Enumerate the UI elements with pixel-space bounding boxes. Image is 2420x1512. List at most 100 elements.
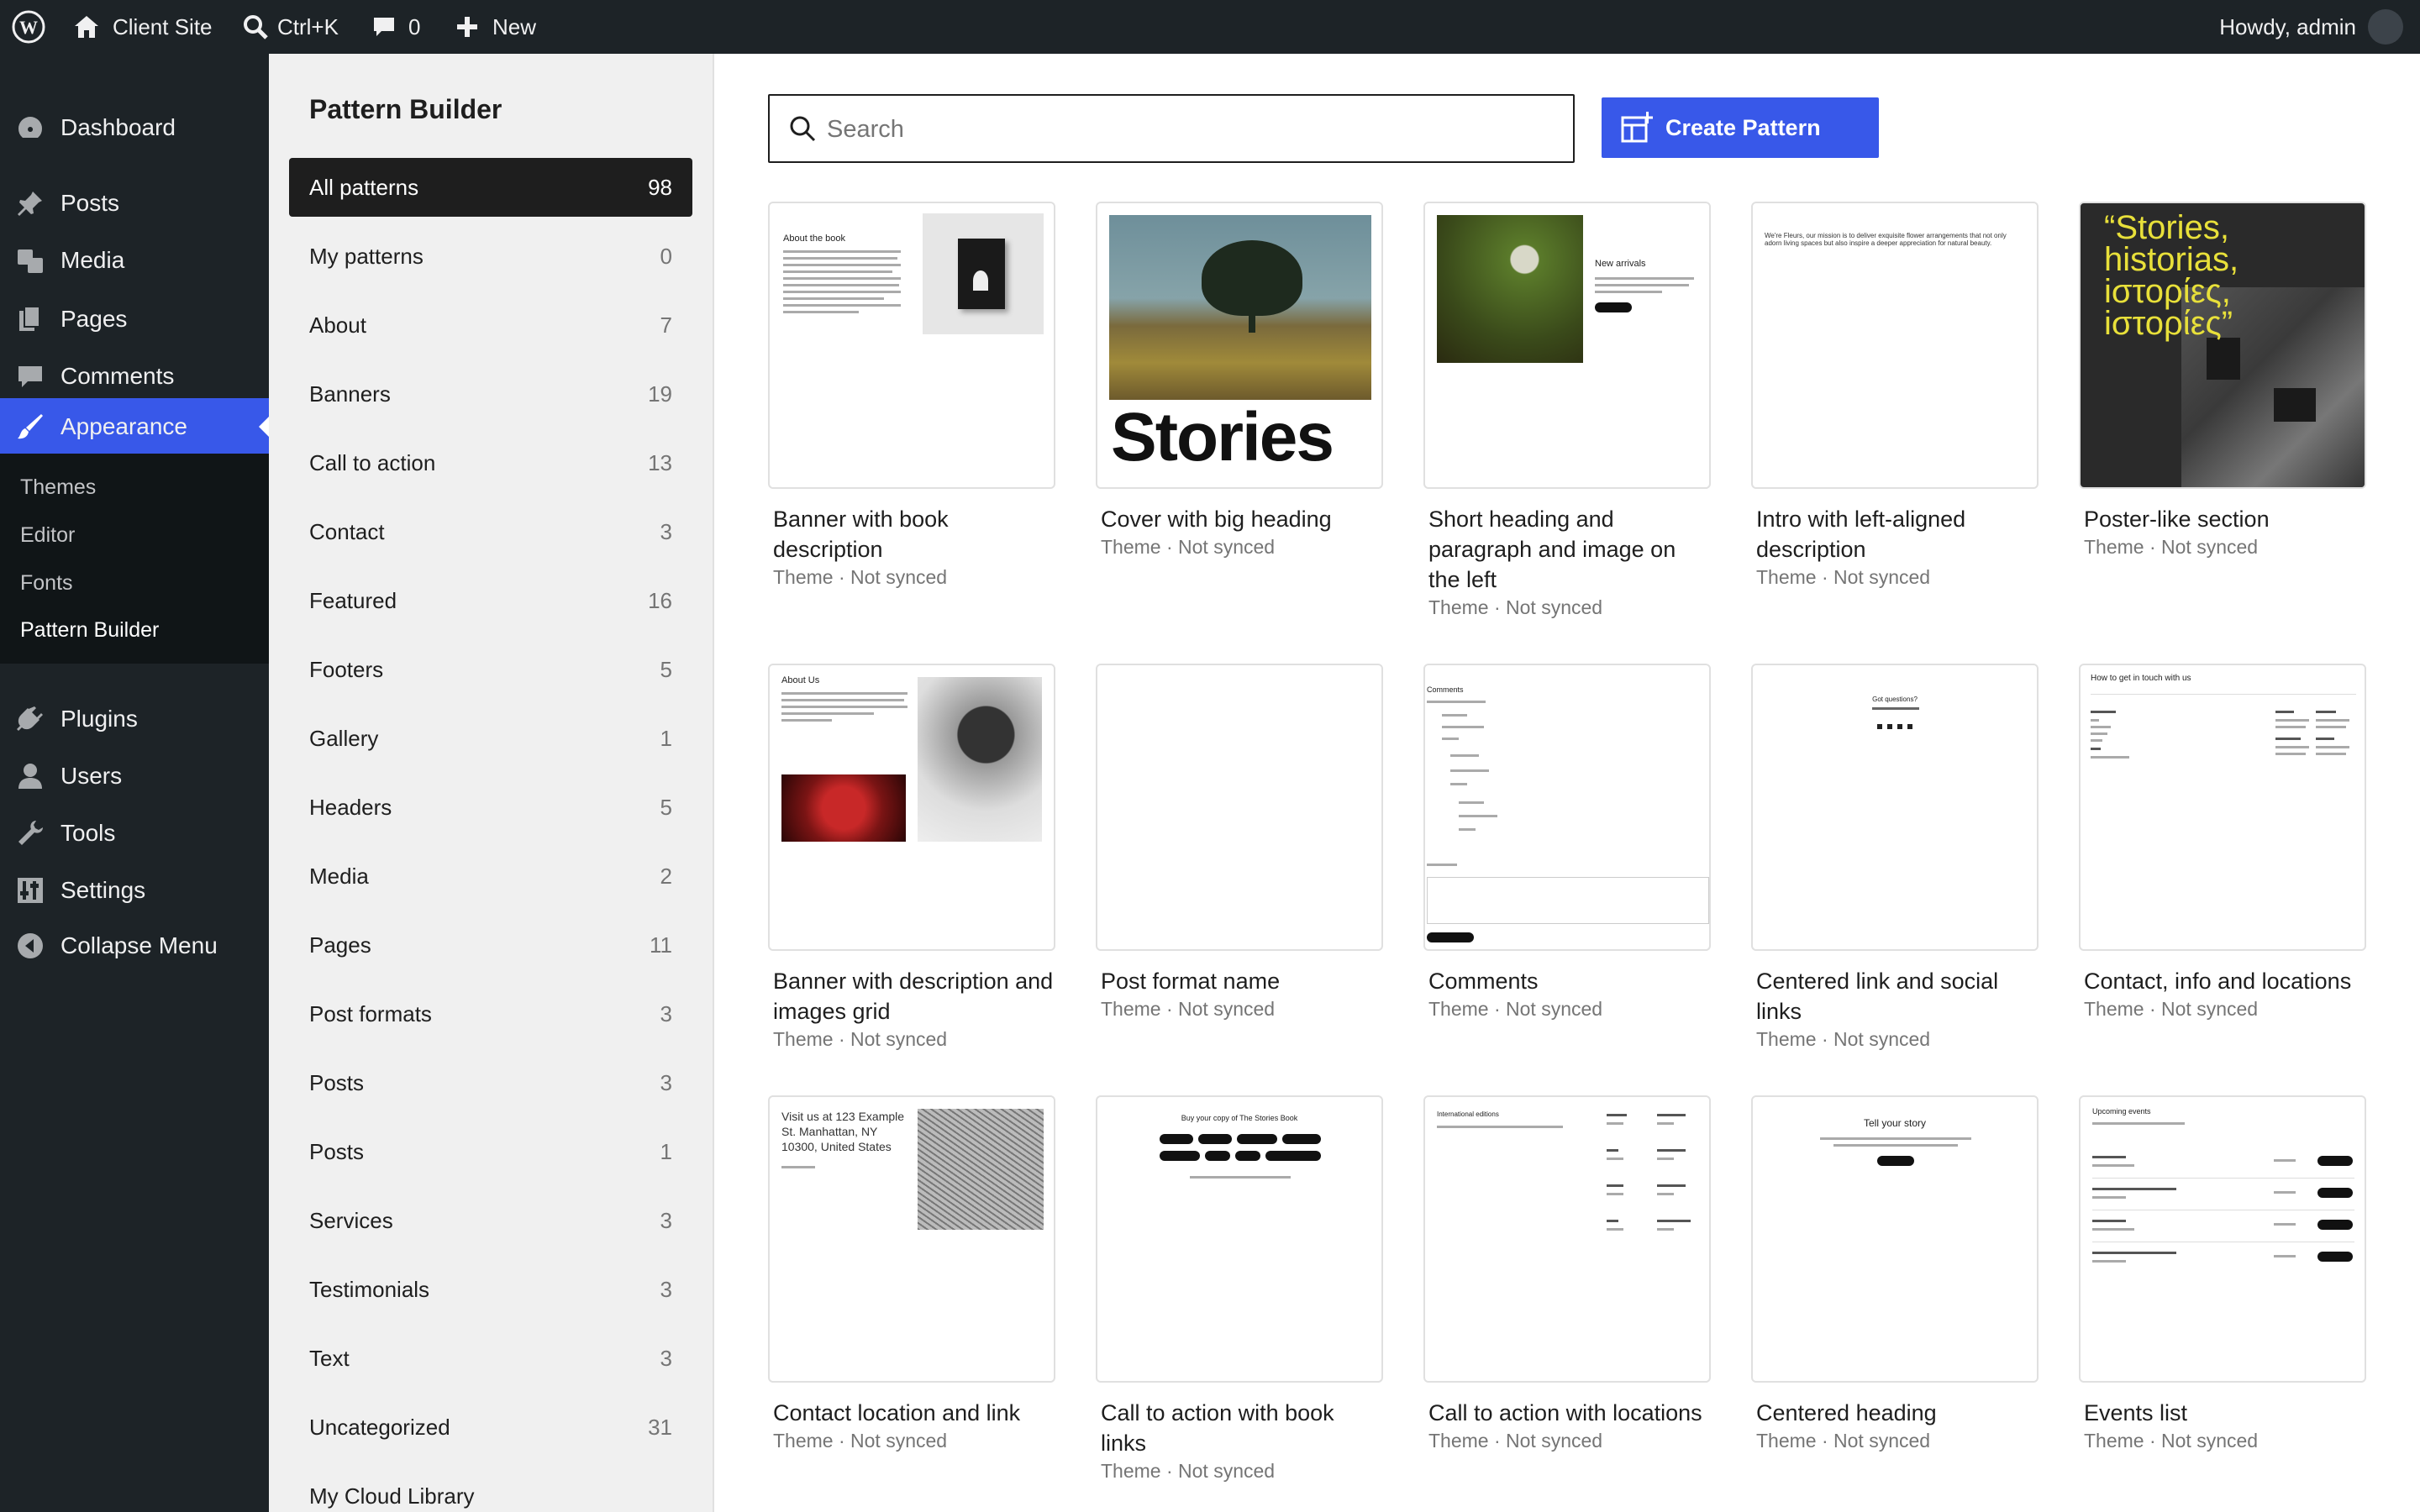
menu-item-posts[interactable]: Posts [0,175,269,232]
create-pattern-button[interactable]: Create Pattern [1602,97,1879,158]
search-icon [790,116,816,142]
category-item[interactable]: Services 3 [289,1191,692,1250]
pattern-card[interactable]: About Us Banner with description and ima… [768,664,1055,1051]
category-item[interactable]: Featured 16 [289,571,692,630]
pattern-meta: Theme · Not synced [2084,998,2259,1020]
pattern-card[interactable]: New arrivals Short heading and paragraph… [1423,202,1711,619]
pattern-card[interactable]: International editions Call to action wi… [1423,1095,1711,1452]
pattern-title[interactable]: Banner with description and images grid [768,966,1055,1026]
pattern-card[interactable]: Buy your copy of The Stories Book Call t… [1096,1095,1383,1483]
thumb-heading: How to get in touch with us [2091,674,2191,683]
pattern-title[interactable]: Centered link and social links [1751,966,2039,1026]
submenu-fonts[interactable]: Fonts [20,571,73,596]
category-item[interactable]: Uncategorized 31 [289,1398,692,1457]
comments-link[interactable]: 0 [371,0,420,54]
thumb-heading: Upcoming events [2092,1107,2151,1116]
category-item[interactable]: Contact 3 [289,502,692,561]
category-label: Media [309,863,369,889]
pattern-card[interactable]: “Stories, historias, iστορίες, iστορίες”… [2079,202,2366,559]
category-item[interactable]: Post formats 3 [289,984,692,1043]
pattern-preview: About Us [768,664,1055,951]
site-name: Client Site [113,13,213,39]
svg-text:W: W [19,17,38,38]
menu-item-users[interactable]: Users [0,748,269,805]
pattern-title[interactable]: Contact location and link [768,1398,1055,1428]
pattern-title[interactable]: Comments [1423,966,1711,996]
pattern-meta: Theme · Not synced [1101,998,1276,1020]
pattern-title[interactable]: Call to action with book links [1096,1398,1383,1458]
menu-item-comments[interactable]: Comments [0,348,269,405]
pattern-preview: We're Fleurs, our mission is to deliver … [1751,202,2039,489]
thumb-intro: We're Fleurs, our mission is to deliver … [1765,232,2007,247]
pattern-card[interactable]: Post format name Theme · Not synced [1096,664,1383,1021]
pattern-meta: Theme · Not synced [1756,1430,1931,1452]
pattern-title[interactable]: Centered heading [1751,1398,2039,1428]
wrench-icon [18,821,43,845]
menu-item-settings[interactable]: Settings [0,862,269,919]
submenu-themes[interactable]: Themes [20,475,96,500]
menu-item-plugins[interactable]: Plugins [0,690,269,748]
pattern-card[interactable]: How to get in touch with us Contact, inf… [2079,664,2366,1021]
submenu-pattern-builder[interactable]: Pattern Builder [20,618,159,643]
category-count: 11 [650,932,672,958]
thumb-heading: New arrivals [1595,259,1646,269]
search-input[interactable] [827,109,1549,150]
pattern-card[interactable]: Visit us at 123 Example St. Manhattan, N… [768,1095,1055,1452]
submenu-editor[interactable]: Editor [20,523,75,548]
category-item[interactable]: Testimonials 3 [289,1260,692,1319]
pattern-title[interactable]: Events list [2079,1398,2366,1428]
category-item[interactable]: My patterns 0 [289,227,692,286]
category-item[interactable]: Posts 3 [289,1053,692,1112]
pattern-title[interactable]: Poster-like section [2079,504,2366,534]
pattern-title[interactable]: Cover with big heading [1096,504,1383,534]
wordpress-logo-icon[interactable]: W [12,0,45,54]
pattern-card[interactable]: Comments Comments Theme · Not synced [1423,664,1711,1021]
category-item[interactable]: Posts 1 [289,1122,692,1181]
command-search[interactable]: Ctrl+K [242,0,339,54]
category-item[interactable]: Pages 11 [289,916,692,974]
pattern-title[interactable]: Call to action with locations [1423,1398,1711,1428]
comment-icon [374,18,394,36]
category-label: Gallery [309,725,379,751]
category-item[interactable]: Footers 5 [289,640,692,699]
category-label: Uncategorized [309,1414,450,1440]
pattern-categories-sidebar: Pattern Builder All patterns 98 My pattern… [269,54,714,1512]
menu-item-pages[interactable]: Pages [0,291,269,348]
category-count: 3 [660,518,672,544]
menu-item-media[interactable]: Media [0,232,269,289]
menu-item-dashboard[interactable]: Dashboard [0,99,269,156]
pattern-card[interactable]: Stories Cover with big heading Theme · N… [1096,202,1383,559]
site-name-link[interactable]: Client Site [72,0,213,54]
new-content-link[interactable]: New [455,0,536,54]
category-item[interactable]: Headers 5 [289,778,692,837]
book-image [923,213,1044,334]
category-item[interactable]: Gallery 1 [289,709,692,768]
menu-item-tools[interactable]: Tools [0,805,269,862]
pattern-card[interactable]: Tell your story Centered heading Theme ·… [1751,1095,2039,1452]
pattern-card[interactable]: We're Fleurs, our mission is to deliver … [1751,202,2039,589]
pattern-title[interactable]: Intro with left-aligned description [1751,504,2039,564]
category-count: 3 [660,1207,672,1233]
category-item[interactable]: All patterns 98 [289,158,692,217]
pattern-card[interactable]: Got questions? Centered link and social … [1751,664,2039,1051]
category-item[interactable]: My Cloud Library [289,1467,692,1512]
pattern-title[interactable]: Contact, info and locations [2079,966,2366,996]
pattern-title[interactable]: Short heading and paragraph and image on… [1423,504,1711,595]
menu-item-appearance[interactable]: Appearance [0,398,269,455]
pattern-title[interactable]: Banner with book description [768,504,1055,564]
category-item[interactable]: Call to action 13 [289,433,692,492]
account-menu[interactable]: Howdy, admin [2219,0,2403,54]
pattern-title[interactable]: Post format name [1096,966,1383,996]
pattern-meta: Theme · Not synced [773,566,948,588]
category-item[interactable]: Text 3 [289,1329,692,1388]
category-count: 3 [660,1000,672,1026]
collapse-menu-button[interactable]: Collapse Menu [0,917,269,974]
category-label: Posts [309,1138,365,1164]
pattern-meta: Theme · Not synced [1101,1460,1276,1482]
category-item[interactable]: About 7 [289,296,692,354]
category-item[interactable]: Media 2 [289,847,692,906]
pattern-card[interactable]: About the book Banner with book descript… [768,202,1055,589]
pattern-card[interactable]: Upcoming events Events list Theme · Not … [2079,1095,2366,1452]
category-item[interactable]: Banners 19 [289,365,692,423]
thumb-heading: International editions [1437,1110,1499,1118]
